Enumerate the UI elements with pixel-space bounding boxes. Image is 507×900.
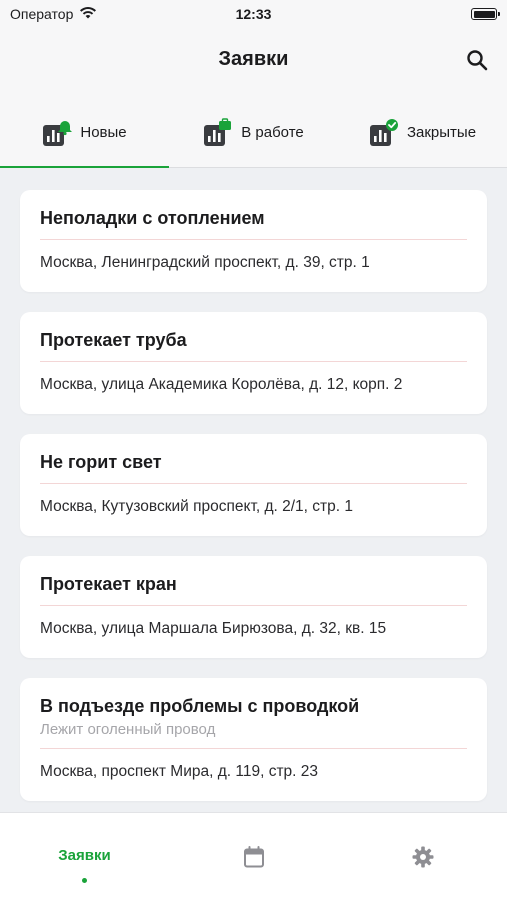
request-card[interactable]: Не горит свет Москва, Кутузовский проспе…: [20, 434, 487, 536]
status-bar: Оператор 12:33: [0, 0, 507, 30]
request-address: Москва, улица Академика Королёва, д. 12,…: [40, 376, 403, 393]
battery-icon: [471, 8, 500, 20]
request-title: Неполадки с отоплением: [40, 190, 467, 240]
search-icon: [467, 50, 488, 71]
request-card[interactable]: Протекает труба Москва, улица Академика …: [20, 312, 487, 414]
bottom-tab-settings[interactable]: [338, 813, 507, 900]
navigation-bar: Заявки: [0, 30, 507, 98]
request-address: Москва, улица Маршала Бирюзова, д. 32, к…: [40, 620, 387, 637]
bottom-tab-label: Заявки: [58, 847, 111, 864]
search-button[interactable]: [463, 46, 491, 74]
status-tabs: Новые В работе Закрытые: [0, 98, 507, 168]
tab-label: В работе: [241, 124, 304, 141]
calendar-icon: [243, 846, 264, 868]
chart-briefcase-icon: [203, 117, 233, 148]
clock: 12:33: [235, 6, 272, 22]
request-description: Лежит оголенный провод: [40, 721, 467, 749]
bottom-tab-requests[interactable]: Заявки: [0, 813, 169, 900]
request-list: Неполадки с отоплением Москва, Ленинград…: [0, 168, 507, 812]
tab-new[interactable]: Новые: [0, 98, 169, 168]
request-title: Не горит свет: [40, 434, 467, 484]
request-title: В подъезде проблемы с проводкой: [40, 696, 360, 716]
request-card[interactable]: Неполадки с отоплением Москва, Ленинград…: [20, 190, 487, 292]
request-title: Протекает труба: [40, 312, 467, 362]
tab-closed[interactable]: Закрытые: [338, 98, 507, 167]
bottom-tab-bar: Заявки: [0, 812, 507, 900]
tab-label: Новые: [80, 124, 127, 141]
request-card[interactable]: Протекает кран Москва, улица Маршала Бир…: [20, 556, 487, 658]
request-address: Москва, Кутузовский проспект, д. 2/1, ст…: [40, 498, 353, 515]
page-title: Заявки: [218, 48, 289, 70]
request-address: Москва, проспект Мира, д. 119, стр. 23: [40, 763, 319, 780]
chart-check-icon: [369, 118, 399, 148]
active-indicator-dot: [82, 878, 87, 883]
bottom-tab-calendar[interactable]: [169, 813, 338, 900]
gear-icon: [412, 846, 433, 868]
request-card[interactable]: В подъезде проблемы с проводкой Лежит ог…: [20, 678, 487, 801]
tab-label: Закрытые: [406, 124, 477, 141]
chart-bell-icon: [42, 118, 73, 148]
request-title: Протекает кран: [40, 556, 467, 606]
tab-in-progress[interactable]: В работе: [169, 98, 338, 167]
request-address: Москва, Ленинградский проспект, д. 39, с…: [40, 254, 370, 271]
